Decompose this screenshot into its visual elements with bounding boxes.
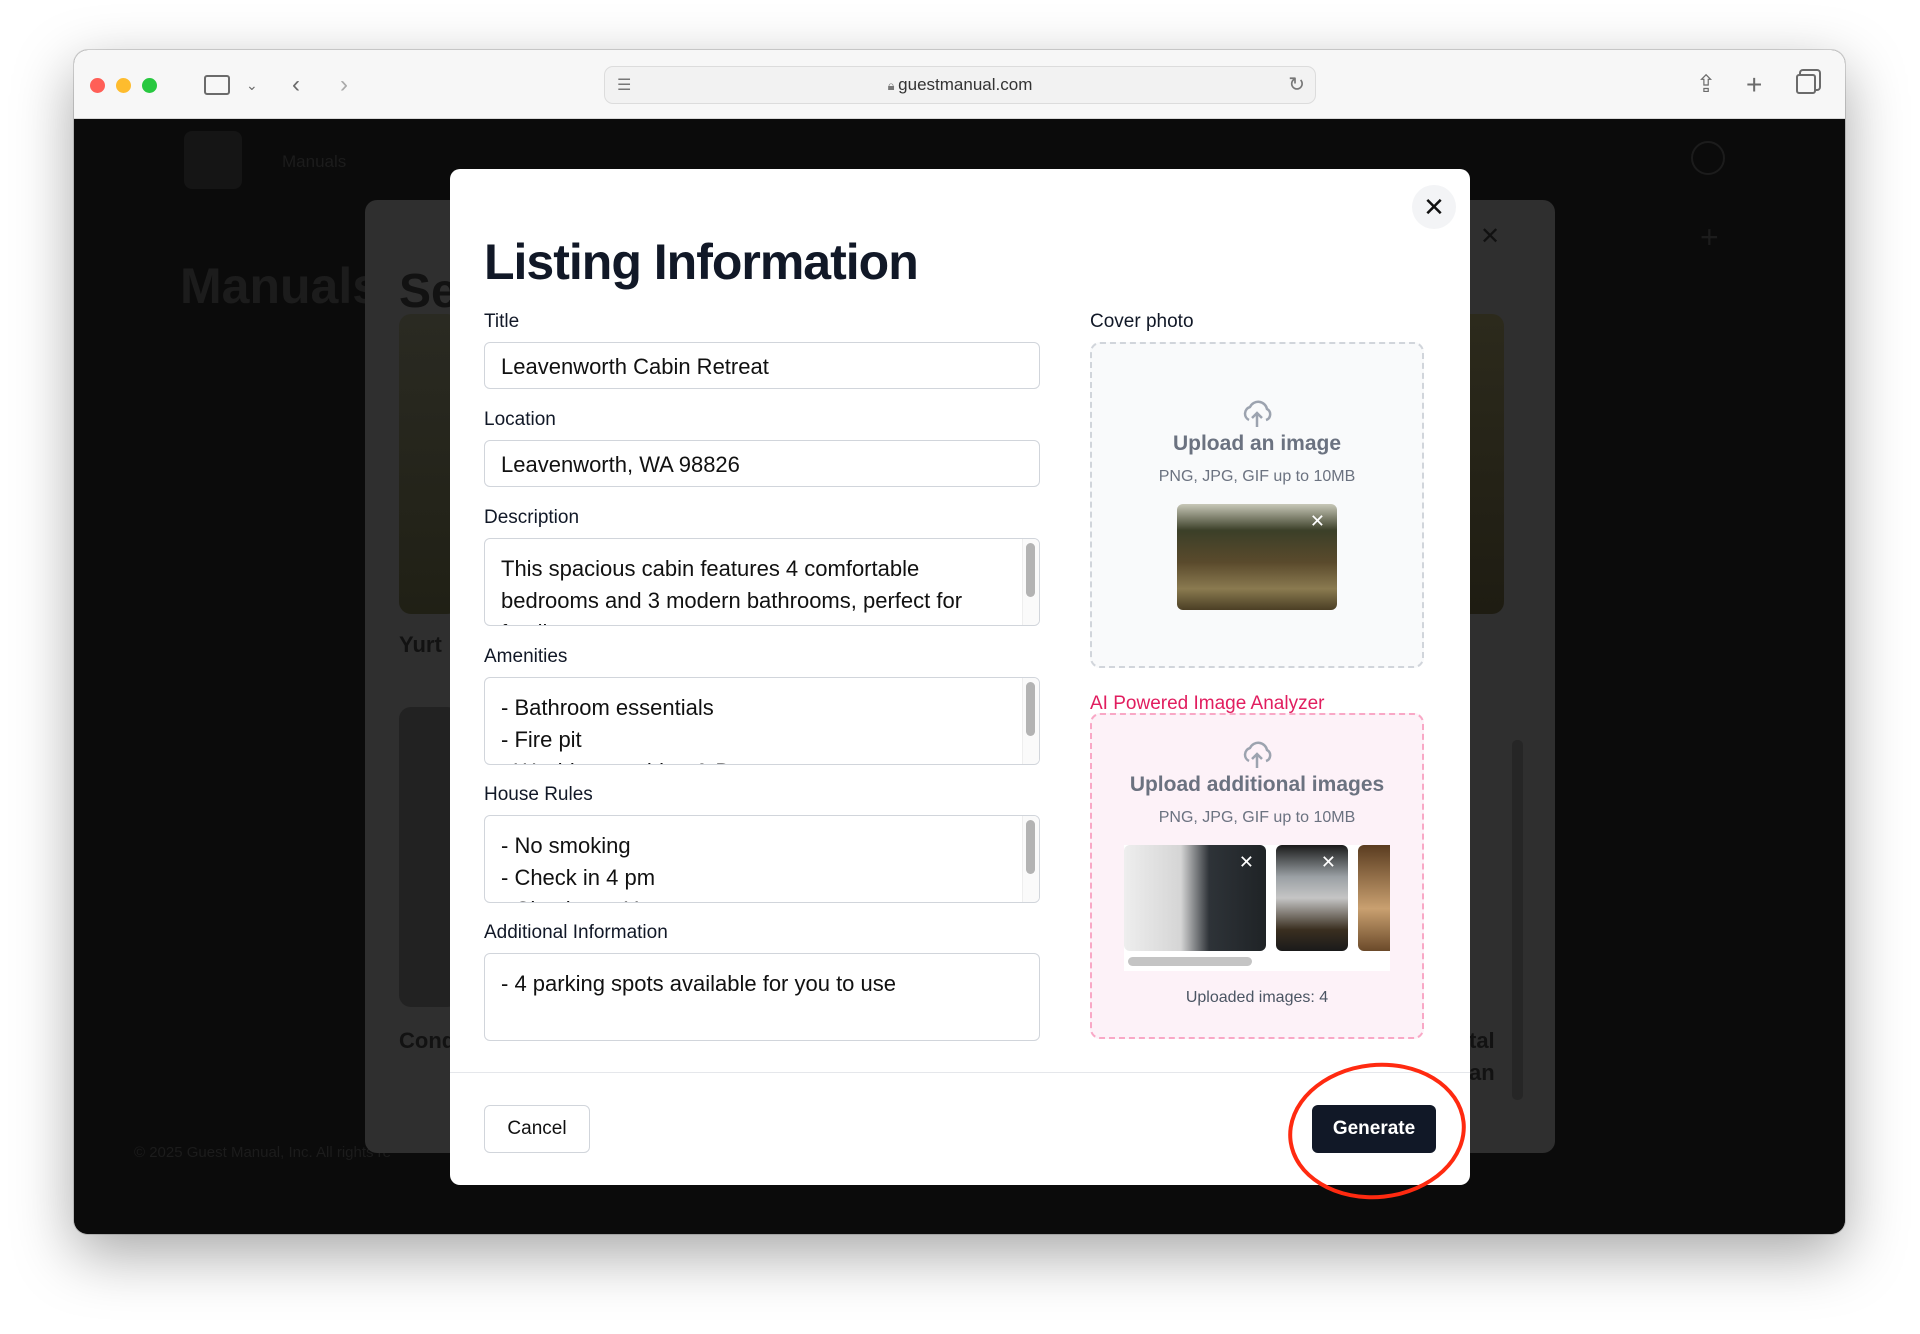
remove-image-icon[interactable]: ✕ bbox=[1239, 853, 1254, 871]
tab-overview-icon[interactable] bbox=[1796, 74, 1816, 94]
card-title[interactable]: an bbox=[1469, 1060, 1495, 1086]
text-line: This spacious cabin features 4 comfortab… bbox=[501, 556, 920, 581]
reload-icon[interactable]: ↻ bbox=[1288, 72, 1305, 97]
text-line: - Check out 11 bbox=[501, 894, 999, 902]
remove-image-icon[interactable]: ✕ bbox=[1310, 512, 1325, 530]
browser-window: ⌄ ‹ › ☰ 🔒︎ guestmanual.com ↻ ⇪ + Manuals… bbox=[74, 50, 1845, 1234]
text-line: - Washing machine & D bbox=[501, 756, 999, 764]
upload-title: Upload additional images bbox=[1129, 773, 1385, 796]
footer-divider bbox=[450, 1072, 1470, 1073]
scrollbar[interactable] bbox=[1512, 740, 1523, 1100]
minimize-window-button[interactable] bbox=[116, 78, 131, 93]
text-line: - 4 parking spots available for you to u… bbox=[501, 971, 897, 996]
amenities-label: Amenities bbox=[484, 646, 568, 667]
chevron-down-icon[interactable]: ⌄ bbox=[246, 70, 258, 100]
upload-hint: PNG, JPG, GIF up to 10MB bbox=[1158, 468, 1356, 485]
scrollbar-track bbox=[1022, 816, 1039, 902]
card-title[interactable]: Cond bbox=[399, 1028, 455, 1054]
close-window-button[interactable] bbox=[90, 78, 105, 93]
upload-cloud-icon bbox=[1243, 400, 1272, 427]
remove-image-icon[interactable]: ✕ bbox=[1321, 853, 1336, 871]
scrollbar-thumb[interactable] bbox=[1026, 820, 1035, 874]
title-label: Title bbox=[484, 311, 520, 332]
additional-info-textarea[interactable]: - 4 parking spots available for you to u… bbox=[484, 953, 1040, 1041]
text-line: - Bathroom essentials bbox=[501, 695, 714, 720]
image-carousel[interactable]: ✕ ✕ bbox=[1124, 845, 1390, 971]
text-line: bedrooms and 3 modern bathrooms, perfect… bbox=[501, 588, 963, 613]
location-input[interactable]: Leavenworth, WA 98826 bbox=[484, 440, 1040, 487]
card-image[interactable] bbox=[1469, 314, 1504, 614]
page-heading: Manuals bbox=[180, 258, 381, 314]
panel-heading: Se bbox=[399, 265, 458, 318]
ai-analyzer-label: AI Powered Image Analyzer bbox=[1090, 693, 1325, 714]
share-icon[interactable]: ⇪ bbox=[1696, 70, 1716, 100]
scrollbar-thumb[interactable] bbox=[1026, 543, 1035, 597]
url-text: guestmanual.com bbox=[898, 75, 1033, 94]
address-bar[interactable]: ☰ 🔒︎ guestmanual.com ↻ bbox=[604, 66, 1316, 104]
page-content: Manuals + Manuals © 2025 Guest Manual, I… bbox=[74, 119, 1845, 1234]
title-input[interactable]: Leavenworth Cabin Retreat bbox=[484, 342, 1040, 389]
carousel-scrollbar[interactable] bbox=[1128, 957, 1252, 966]
logo-icon bbox=[184, 131, 242, 189]
uploaded-image-thumbnail bbox=[1358, 845, 1390, 951]
uploaded-image-thumbnail: ✕ bbox=[1124, 845, 1266, 951]
upload-title: Upload an image bbox=[1172, 432, 1342, 455]
modal-title: Listing Information bbox=[484, 234, 919, 290]
description-textarea[interactable]: This spacious cabin features 4 comfortab… bbox=[484, 538, 1040, 626]
card-title[interactable]: Yurt bbox=[399, 632, 442, 658]
amenities-textarea[interactable]: - Bathroom essentials - Fire pit - Washi… bbox=[484, 677, 1040, 765]
location-label: Location bbox=[484, 409, 556, 430]
browser-toolbar: ⌄ ‹ › ☰ 🔒︎ guestmanual.com ↻ ⇪ + bbox=[74, 50, 1845, 119]
description-label: Description bbox=[484, 507, 580, 528]
additional-images-dropzone[interactable]: Upload additional images PNG, JPG, GIF u… bbox=[1090, 713, 1424, 1039]
uploaded-image-thumbnail: ✕ bbox=[1276, 845, 1348, 951]
cover-photo-dropzone[interactable]: Upload an image PNG, JPG, GIF up to 10MB… bbox=[1090, 342, 1424, 668]
uploaded-images-count: Uploaded images: 4 bbox=[1185, 989, 1329, 1006]
card-title[interactable]: tal bbox=[1469, 1028, 1495, 1054]
house-rules-label: House Rules bbox=[484, 784, 593, 805]
cancel-button[interactable]: Cancel bbox=[484, 1105, 590, 1153]
text-line: family retreats bbox=[501, 617, 999, 625]
cover-photo-label: Cover photo bbox=[1090, 311, 1194, 332]
listing-information-modal: ✕ Listing Information Title Leavenworth … bbox=[450, 169, 1470, 1185]
scrollbar-track bbox=[1022, 539, 1039, 625]
close-modal-button[interactable]: ✕ bbox=[1412, 185, 1456, 229]
text-line: - No smoking bbox=[501, 833, 631, 858]
sidebar-toggle-icon[interactable] bbox=[204, 75, 230, 95]
text-line: - Check in 4 pm bbox=[501, 865, 656, 890]
upload-hint: PNG, JPG, GIF up to 10MB bbox=[1158, 809, 1356, 826]
additional-info-label: Additional Information bbox=[484, 922, 668, 943]
add-icon[interactable]: + bbox=[1700, 219, 1719, 256]
forward-icon[interactable]: › bbox=[340, 70, 348, 100]
back-icon[interactable]: ‹ bbox=[292, 70, 300, 100]
lock-icon: 🔒︎ bbox=[887, 78, 899, 93]
upload-cloud-icon bbox=[1243, 741, 1272, 768]
text-line: - Fire pit bbox=[501, 727, 582, 752]
close-icon[interactable]: ✕ bbox=[1480, 222, 1500, 251]
close-icon: ✕ bbox=[1423, 192, 1445, 222]
maximize-window-button[interactable] bbox=[142, 78, 157, 93]
nav-manuals[interactable]: Manuals bbox=[282, 152, 346, 172]
cover-photo-thumbnail: ✕ bbox=[1177, 504, 1337, 610]
scrollbar-track bbox=[1022, 678, 1039, 764]
new-tab-icon[interactable]: + bbox=[1746, 70, 1762, 100]
house-rules-textarea[interactable]: - No smoking - Check in 4 pm - Check out… bbox=[484, 815, 1040, 903]
user-avatar-icon[interactable] bbox=[1691, 141, 1725, 175]
scrollbar-thumb[interactable] bbox=[1026, 682, 1035, 736]
footer-text: © 2025 Guest Manual, Inc. All rights re bbox=[134, 1144, 392, 1161]
